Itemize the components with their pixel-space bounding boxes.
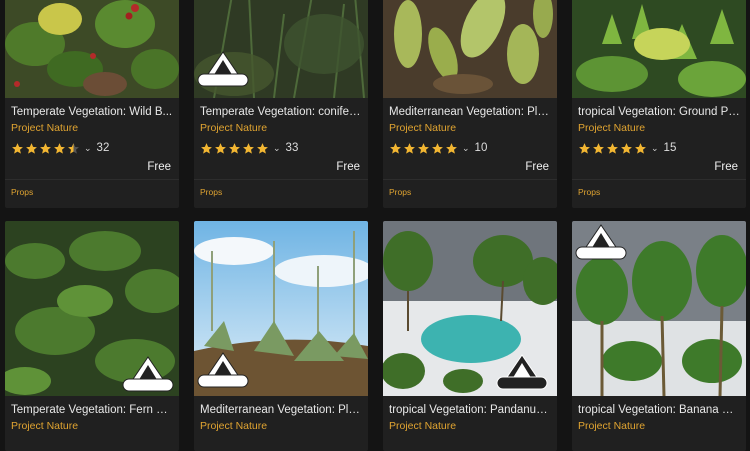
product-thumbnail[interactable] — [572, 221, 746, 396]
seller-link[interactable]: Project Nature — [389, 420, 551, 432]
category-link[interactable]: Props — [11, 187, 173, 197]
rating: ⌄ 10 — [389, 140, 551, 156]
category-link[interactable]: Props — [200, 187, 362, 197]
rating-stars — [389, 142, 458, 155]
star-half-icon — [68, 142, 79, 154]
star-icon — [607, 142, 618, 154]
seller-link[interactable]: Project Nature — [11, 122, 173, 134]
product-title[interactable]: Mediterranean Vegetation: Pla... — [389, 106, 551, 118]
product-thumbnail[interactable] — [383, 0, 557, 98]
divider — [5, 179, 179, 180]
rating-stars — [578, 142, 647, 155]
seller-link[interactable]: Project Nature — [389, 122, 551, 134]
product-thumbnail[interactable] — [5, 221, 179, 396]
star-icon — [432, 142, 443, 154]
chevron-down-icon[interactable]: ⌄ — [651, 143, 659, 154]
product-thumbnail[interactable] — [572, 0, 746, 98]
product-card[interactable]: Temperate Vegetation: Wild B... Project … — [5, 0, 179, 208]
price: Free — [147, 161, 171, 173]
rating: ⌄ 33 — [200, 140, 362, 156]
chevron-down-icon[interactable]: ⌄ — [84, 143, 92, 154]
price: Free — [336, 161, 360, 173]
star-icon — [390, 142, 401, 154]
seller-link[interactable]: Project Nature — [200, 420, 362, 432]
project-nature-logo — [197, 51, 249, 87]
product-title[interactable]: tropical Vegetation: Ground Pla... — [578, 106, 740, 118]
star-icon — [635, 142, 646, 154]
product-title[interactable]: Mediterranean Vegetation: Pla... — [200, 404, 362, 416]
star-icon — [12, 142, 23, 154]
star-icon — [593, 142, 604, 154]
seller-link[interactable]: Project Nature — [11, 420, 173, 432]
project-nature-logo — [122, 356, 174, 392]
product-thumbnail[interactable] — [383, 221, 557, 396]
star-icon — [26, 142, 37, 154]
divider — [572, 179, 746, 180]
rating-count: 10 — [474, 142, 488, 154]
rating: ⌄ 32 — [11, 140, 173, 156]
price: Free — [525, 161, 549, 173]
rating-stars — [200, 142, 269, 155]
product-thumbnail[interactable] — [5, 0, 179, 98]
rating-count: 15 — [663, 142, 677, 154]
product-title[interactable]: Temperate Vegetation: Fern C... — [11, 404, 173, 416]
seller-link[interactable]: Project Nature — [578, 122, 740, 134]
project-nature-logo — [496, 354, 548, 390]
star-icon — [404, 142, 415, 154]
category-link[interactable]: Props — [389, 187, 551, 197]
star-icon — [54, 142, 65, 154]
rating-stars — [11, 142, 80, 155]
rating-count: 32 — [96, 142, 110, 154]
product-title[interactable]: tropical Vegetation: Banana Pl... — [578, 404, 740, 416]
star-icon — [621, 142, 632, 154]
product-card[interactable]: tropical Vegetation: Banana Pl... Projec… — [572, 221, 746, 451]
rating: ⌄ 15 — [578, 140, 740, 156]
product-thumbnail[interactable] — [194, 221, 368, 396]
chevron-down-icon[interactable]: ⌄ — [273, 143, 281, 154]
divider — [383, 179, 557, 180]
product-card[interactable]: Mediterranean Vegetation: Pla... Project… — [194, 221, 368, 451]
star-icon — [257, 142, 268, 154]
star-icon — [40, 142, 51, 154]
rating-count: 33 — [285, 142, 299, 154]
product-title[interactable]: Temperate Vegetation: conifer ... — [200, 106, 362, 118]
product-card[interactable]: Temperate Vegetation: conifer ... Projec… — [194, 0, 368, 208]
star-icon — [446, 142, 457, 154]
star-icon — [579, 142, 590, 154]
star-icon — [418, 142, 429, 154]
product-card[interactable]: Mediterranean Vegetation: Pla... Project… — [383, 0, 557, 208]
star-icon — [229, 142, 240, 154]
project-nature-logo — [197, 352, 249, 388]
star-icon — [215, 142, 226, 154]
product-thumbnail[interactable] — [194, 0, 368, 98]
price: Free — [714, 161, 738, 173]
star-icon — [243, 142, 254, 154]
divider — [194, 179, 368, 180]
product-title[interactable]: tropical Vegetation: Pandanus ... — [389, 404, 551, 416]
seller-link[interactable]: Project Nature — [578, 420, 740, 432]
chevron-down-icon[interactable]: ⌄ — [462, 143, 470, 154]
seller-link[interactable]: Project Nature — [200, 122, 362, 134]
product-card[interactable]: tropical Vegetation: Ground Pla... Proje… — [572, 0, 746, 208]
product-card[interactable]: Temperate Vegetation: Fern C... Project … — [5, 221, 179, 451]
star-icon — [201, 142, 212, 154]
product-title[interactable]: Temperate Vegetation: Wild B... — [11, 106, 173, 118]
category-link[interactable]: Props — [578, 187, 740, 197]
project-nature-logo — [575, 224, 627, 260]
product-card[interactable]: tropical Vegetation: Pandanus ... Projec… — [383, 221, 557, 451]
